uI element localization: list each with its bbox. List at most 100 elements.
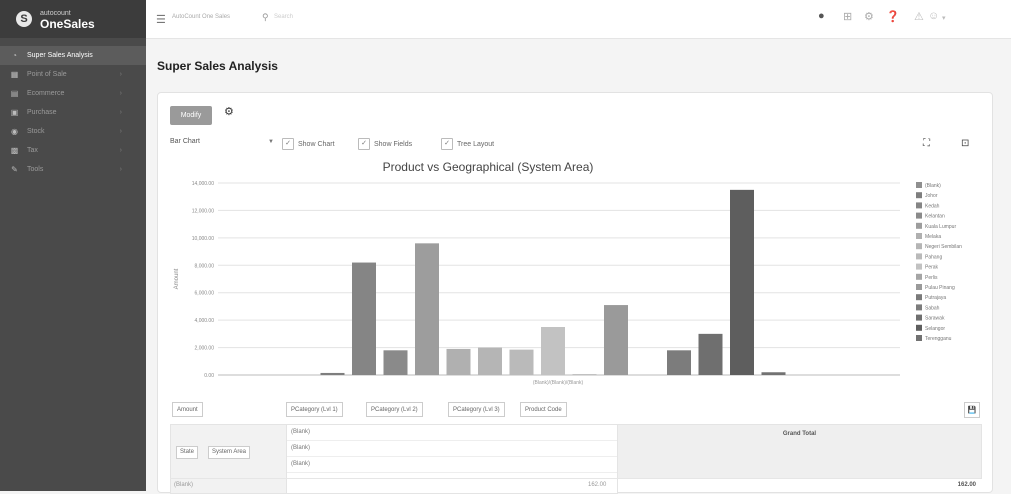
chart-type-select[interactable]: Bar Chart ▼	[170, 138, 274, 150]
checkmark-icon: ✓	[358, 138, 370, 150]
grid-icon[interactable]: ⊞	[843, 10, 852, 23]
topbar: ☰ AutoCount One Sales ⚲ Search ● ⊞ ⚙ ❓ ⚠…	[146, 0, 1011, 39]
search-input[interactable]: Search	[274, 14, 293, 20]
rocket-icon[interactable]: ●	[818, 10, 825, 22]
pivot-table: Amount PCategory (Lvl 1) PCategory (Lvl 2…	[170, 400, 982, 494]
y-tick-label: 12,000.00	[192, 208, 214, 214]
bar-chart: Product vs Geographical (System Area) 0.0…	[174, 160, 962, 386]
app-switcher-label[interactable]: AutoCount One Sales	[172, 14, 230, 20]
sidebar-item-super-sales-analysis[interactable]: ◔ Super Sales Analysis	[0, 46, 146, 65]
chart-type-value: Bar Chart	[170, 138, 200, 145]
bar-terengganu	[761, 372, 786, 375]
show-chart-label: Show Chart	[298, 140, 335, 148]
x-axis-label: (Blank)/(Blank)/(Blank)	[533, 380, 584, 386]
modify-button[interactable]: Modify	[170, 106, 212, 125]
legend-swatch	[916, 263, 922, 270]
legend-swatch	[916, 273, 922, 280]
chart-icon: ◔	[12, 51, 17, 60]
analysis-card: Modify ⚙ Bar Chart ▼ ✓ Show Chart ✓ Show…	[157, 92, 993, 494]
save-layout-icon[interactable]: 💾	[964, 402, 980, 418]
legend-label: Kedah	[925, 203, 940, 209]
bar-kelantan	[383, 350, 408, 375]
row-chip-system-area[interactable]: System Area	[208, 446, 251, 459]
legend-swatch	[916, 222, 922, 229]
help-icon[interactable]: ❓	[886, 10, 900, 23]
chevron-right-icon: ›	[119, 71, 122, 78]
y-tick-label: 4,000.00	[195, 318, 215, 324]
search-icon[interactable]: ⚲	[262, 12, 269, 23]
bar-sarawak	[698, 333, 723, 375]
chevron-right-icon: ›	[119, 128, 122, 135]
row-chip-state[interactable]: State	[176, 446, 199, 459]
sidebar-item-label: Point of Sale	[27, 71, 67, 78]
column-header-blank[interactable]: (Blank)	[287, 457, 617, 473]
chevron-right-icon: ›	[119, 147, 122, 154]
export-icon[interactable]: ⊡	[961, 138, 969, 149]
row-total: 162.00	[957, 482, 976, 488]
legend-swatch	[916, 202, 922, 209]
column-chip-pcategory-lvl-2[interactable]: PCategory (Lvl 2)	[366, 402, 423, 417]
legend-swatch	[916, 233, 922, 239]
y-tick-label: 14,000.00	[192, 181, 214, 187]
legend-swatch	[916, 324, 922, 331]
cart-icon: ▤	[10, 89, 19, 98]
y-tick-label: 0.00	[204, 373, 214, 379]
chart-title: Product vs Geographical (System Area)	[383, 160, 594, 174]
sidebar-item-label: Ecommerce	[27, 90, 65, 97]
legend-label: Perlis	[925, 275, 938, 281]
bar-perak	[541, 327, 565, 375]
chevron-down-icon: ▼	[268, 139, 274, 145]
show-chart-checkbox[interactable]: ✓ Show Chart	[282, 138, 335, 150]
legend-swatch	[916, 243, 922, 250]
logo-title: OneSales	[40, 17, 95, 31]
show-fields-checkbox[interactable]: ✓ Show Fields	[358, 138, 412, 150]
hamburger-menu-icon[interactable]: ☰	[156, 13, 166, 26]
y-tick-label: 10,000.00	[192, 236, 214, 242]
tools-icon: ✎	[11, 165, 18, 174]
column-chip-product-code[interactable]: Product Code	[520, 402, 567, 417]
measure-chip-amount[interactable]: Amount	[172, 402, 203, 417]
bar-selangor	[730, 189, 754, 375]
bar-sabah	[667, 350, 691, 375]
row-value: 162.00	[588, 482, 607, 488]
legend-label: Putrajaya	[925, 295, 946, 301]
column-chip-pcategory-lvl-3[interactable]: PCategory (Lvl 3)	[448, 402, 505, 417]
sidebar-item-tools[interactable]: ✎ Tools ›	[0, 160, 146, 179]
sidebar-item-tax[interactable]: ▩ Tax ›	[0, 141, 146, 160]
chevron-right-icon: ›	[119, 90, 122, 97]
sidebar-item-ecommerce[interactable]: ▤ Ecommerce ›	[0, 84, 146, 103]
legend-swatch	[916, 304, 922, 311]
y-axis-label: Amount	[174, 268, 180, 289]
avatar-icon[interactable]: ☺	[928, 10, 939, 22]
sidebar-item-stock[interactable]: ◉ Stock ›	[0, 122, 146, 141]
legend-label: Terengganu	[925, 336, 952, 342]
grand-total-header: Grand Total	[617, 424, 982, 479]
column-header-blank[interactable]: (Blank)	[287, 425, 617, 441]
checkmark-icon: ✓	[282, 138, 294, 150]
logo[interactable]: S autocount OneSales	[0, 0, 146, 38]
sidebar: S autocount OneSales ◔ Super Sales Analys…	[0, 0, 146, 491]
settings-icon[interactable]: ⚙	[864, 10, 874, 23]
grand-total-label: Grand Total	[782, 431, 817, 437]
bar-kuala-lumpur	[415, 243, 439, 375]
sidebar-item-point-of-sale[interactable]: ▦ Point of Sale ›	[0, 65, 146, 84]
legend-swatch	[916, 253, 922, 260]
tree-layout-label: Tree Layout	[457, 140, 495, 148]
gear-icon[interactable]: ⚙	[224, 105, 234, 118]
legend-label: Melaka	[925, 234, 941, 240]
sidebar-menu: ◔ Super Sales Analysis ▦ Point of Sale › ▤ Eco…	[0, 46, 146, 179]
y-tick-label: 6,000.00	[195, 291, 215, 297]
tree-layout-checkbox[interactable]: ✓ Tree Layout	[441, 138, 494, 150]
sidebar-item-purchase[interactable]: ▣ Purchase ›	[0, 103, 146, 122]
legend-label: Negeri Sembilan	[925, 244, 962, 250]
fullscreen-icon[interactable]: ⛶	[923, 138, 930, 149]
chevron-down-icon[interactable]: ▾	[942, 14, 946, 22]
column-header-blank[interactable]: (Blank)	[287, 441, 617, 457]
legend-swatch	[916, 314, 922, 321]
notification-icon[interactable]: ⚠	[914, 10, 924, 23]
legend-label: Perak	[925, 265, 939, 271]
legend-label: Kuala Lumpur	[925, 224, 956, 230]
page-title: Super Sales Analysis	[157, 59, 278, 73]
column-chip-pcategory-lvl-1[interactable]: PCategory (Lvl 1)	[286, 402, 343, 417]
legend-label: (Blank)	[925, 183, 941, 189]
